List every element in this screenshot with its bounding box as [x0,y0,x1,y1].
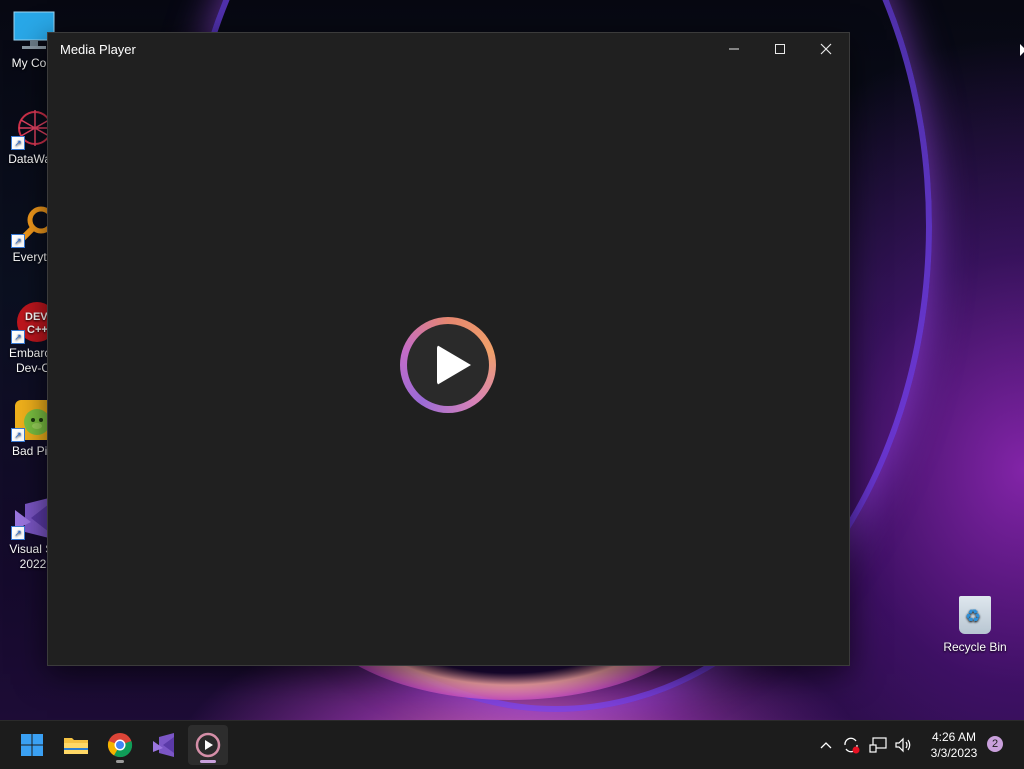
volume-icon [895,737,911,753]
shortcut-arrow-icon: ↗ [11,234,25,248]
clock[interactable]: 4:26 AM 3/3/2023 [918,729,990,761]
media-player-icon [195,732,221,758]
media-player-window[interactable]: Media Player [47,32,850,666]
network-icon [869,737,887,753]
recycle-bin-icon: ♻ [959,596,991,634]
chrome-icon [107,733,133,758]
notification-badge[interactable]: 2 [987,736,1003,752]
minimize-button[interactable] [711,33,757,65]
clock-date: 3/3/2023 [930,746,978,760]
minimize-icon [729,48,739,50]
tray-sync-status[interactable] [840,721,862,769]
active-indicator [200,760,216,763]
clock-time: 4:26 AM [931,730,977,744]
svg-text:C++: C++ [27,324,48,336]
taskbar-chrome[interactable] [100,725,140,765]
maximize-button[interactable] [757,33,803,65]
title-bar[interactable]: Media Player [48,33,849,65]
taskbar-file-explorer[interactable] [56,725,96,765]
desktop-icon-recycle-bin[interactable]: ♻ Recycle Bin [940,596,1010,654]
folder-icon [64,738,88,754]
play-icon [437,345,471,385]
shortcut-arrow-icon: ↗ [11,526,25,540]
show-hidden-icons-button[interactable] [816,721,836,769]
taskbar: 4:26 AM 3/3/2023 [0,720,1024,769]
tray-volume[interactable] [892,721,914,769]
running-indicator [116,760,124,763]
svg-text:DEV: DEV [25,311,48,323]
shortcut-arrow-icon: ↗ [11,136,25,150]
start-button[interactable] [12,725,52,765]
chevron-up-icon [820,742,832,749]
tray-network[interactable] [867,721,889,769]
visual-studio-icon [153,733,174,757]
close-button[interactable] [803,33,849,65]
play-button[interactable] [400,317,496,413]
shortcut-arrow-icon: ↗ [11,330,25,344]
mouse-cursor-icon [1020,44,1024,56]
window-title: Media Player [60,41,136,57]
taskbar-visual-studio[interactable] [144,725,184,765]
close-icon [820,43,832,55]
sync-error-icon [844,737,860,754]
shortcut-arrow-icon: ↗ [11,428,25,442]
desktop-icon-label: Recycle Bin [943,640,1007,654]
windows-logo-icon [21,734,43,756]
maximize-icon [775,44,785,54]
taskbar-media-player[interactable] [188,725,228,765]
